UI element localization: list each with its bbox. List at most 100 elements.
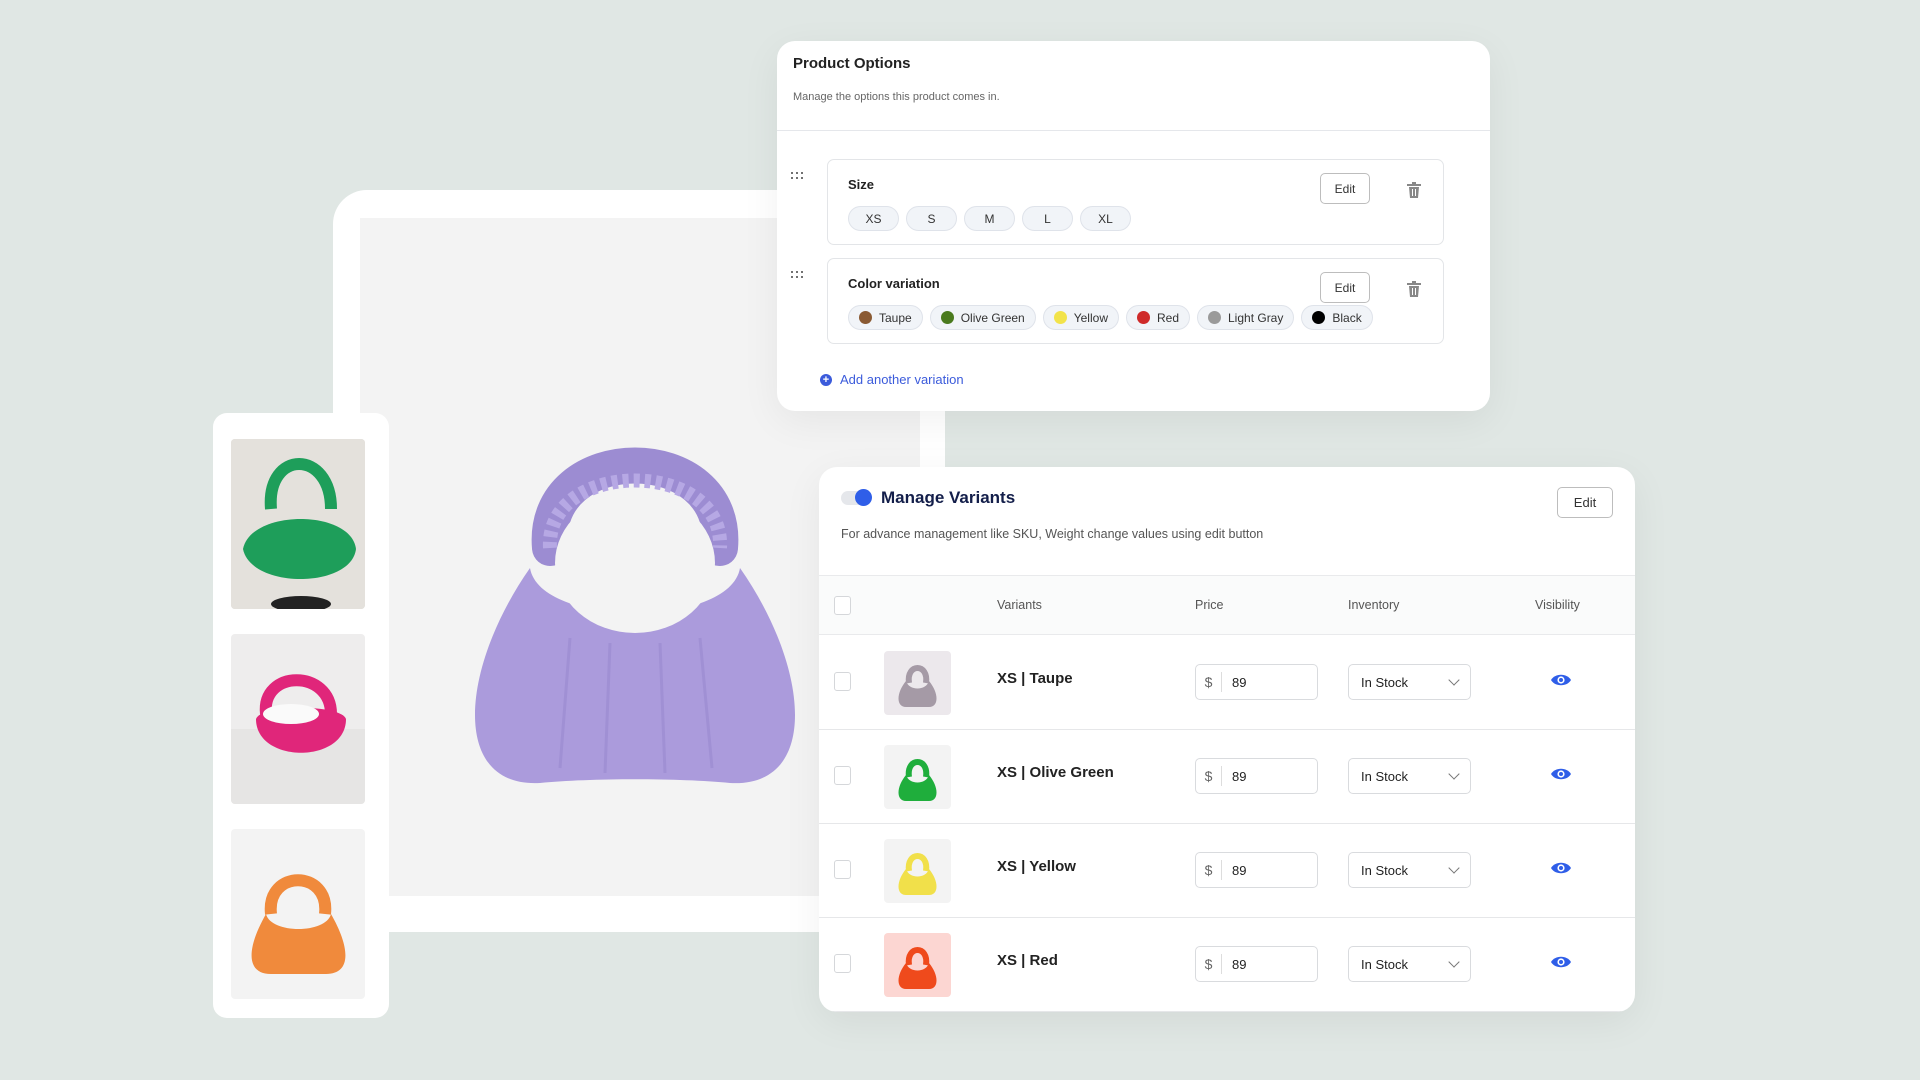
size-chip[interactable]: L <box>1022 206 1073 231</box>
inventory-value: In Stock <box>1361 768 1408 784</box>
price-input[interactable]: $ 89 <box>1195 758 1318 794</box>
manage-variants-subtitle: For advance management like SKU, Weight … <box>841 527 1264 541</box>
column-price: Price <box>1195 598 1224 612</box>
inventory-select[interactable]: In Stock <box>1348 664 1471 700</box>
variant-name: XS | Red <box>997 952 1058 969</box>
size-chip[interactable]: M <box>964 206 1015 231</box>
price-input[interactable]: $ 89 <box>1195 664 1318 700</box>
option-label: Color variation <box>848 276 940 291</box>
trash-icon[interactable] <box>1407 281 1421 297</box>
product-options-subtitle: Manage the options this product comes in… <box>793 91 1000 103</box>
table-header: Variants Price Inventory Visibility <box>819 575 1635 635</box>
price-input[interactable]: $ 89 <box>1195 852 1318 888</box>
inventory-value: In Stock <box>1361 862 1408 878</box>
edit-variants-button[interactable]: Edit <box>1557 487 1613 518</box>
add-variation-link[interactable]: + Add another variation <box>820 372 964 387</box>
option-label: Size <box>848 177 875 192</box>
handbag-image <box>898 947 937 989</box>
table-row: XS | Olive Green $ 89 In Stock <box>819 730 1635 824</box>
eye-icon[interactable] <box>1551 861 1571 875</box>
edit-size-button[interactable]: Edit <box>1320 173 1370 204</box>
price-value: 89 <box>1232 674 1247 690</box>
thumbnail-pink[interactable] <box>231 634 365 804</box>
option-size: Size XS S M L XL Edit <box>791 159 1444 245</box>
color-swatch <box>940 311 954 324</box>
inventory-select[interactable]: In Stock <box>1348 758 1471 794</box>
color-chip-taupe[interactable]: Taupe <box>848 305 923 330</box>
variant-thumbnail <box>884 651 951 715</box>
eye-icon[interactable] <box>1551 767 1571 781</box>
drag-handle-icon[interactable] <box>791 271 805 281</box>
row-checkbox[interactable] <box>834 672 851 691</box>
inventory-select[interactable]: In Stock <box>1348 852 1471 888</box>
color-chip-yellow[interactable]: Yellow <box>1042 305 1119 330</box>
color-swatch <box>1208 311 1221 324</box>
variant-name: XS | Yellow <box>997 858 1076 875</box>
price-value: 89 <box>1232 862 1247 878</box>
table-row: XS | Taupe $ 89 In Stock <box>819 636 1635 730</box>
color-name: Light Gray <box>1228 310 1284 325</box>
inventory-value: In Stock <box>1361 956 1408 972</box>
chevron-down-icon <box>1448 767 1460 780</box>
product-options-card: Product Options Manage the options this … <box>777 41 1490 411</box>
thumbnail-orange[interactable] <box>231 829 365 999</box>
eye-icon[interactable] <box>1551 673 1571 687</box>
product-options-title: Product Options <box>793 55 911 72</box>
color-swatch <box>1312 311 1326 324</box>
color-name: Black <box>1332 310 1362 325</box>
variant-name: XS | Taupe <box>997 670 1073 687</box>
color-chip-light-gray[interactable]: Light Gray <box>1197 305 1295 330</box>
manage-variants-toggle[interactable] <box>841 489 872 506</box>
color-swatch <box>1053 311 1067 324</box>
table-row: XS | Red $ 89 In Stock <box>819 918 1635 1012</box>
chevron-down-icon <box>1448 673 1460 686</box>
option-color: Color variation Taupe Olive Green Yellow… <box>791 258 1444 344</box>
price-input[interactable]: $ 89 <box>1195 946 1318 982</box>
row-checkbox[interactable] <box>834 860 851 879</box>
size-values: XS S M L XL <box>848 206 1131 231</box>
column-inventory: Inventory <box>1348 598 1400 612</box>
inventory-value: In Stock <box>1361 674 1408 690</box>
thumbnail-green[interactable] <box>231 439 365 609</box>
variant-thumbnail <box>884 745 951 809</box>
color-name: Yellow <box>1073 310 1108 325</box>
handbag-image <box>475 447 795 784</box>
select-all-checkbox[interactable] <box>834 596 851 615</box>
currency-symbol: $ <box>1196 860 1222 880</box>
handbag-image <box>231 634 365 804</box>
size-chip[interactable]: XL <box>1080 206 1131 231</box>
handbag-image <box>898 665 937 707</box>
manage-variants-card: Manage Variants For advance management l… <box>819 467 1635 1012</box>
eye-icon[interactable] <box>1551 955 1571 969</box>
color-swatch <box>1136 311 1150 324</box>
trash-icon[interactable] <box>1407 182 1421 198</box>
variant-name: XS | Olive Green <box>997 764 1114 781</box>
handbag-image <box>898 759 937 801</box>
color-swatch <box>859 311 872 324</box>
color-name: Taupe <box>879 310 912 325</box>
toggle-knob <box>855 489 872 506</box>
color-chip-olive-green[interactable]: Olive Green <box>929 305 1036 330</box>
color-name: Olive Green <box>960 310 1025 325</box>
currency-symbol: $ <box>1196 672 1222 692</box>
drag-handle-icon[interactable] <box>791 172 805 182</box>
price-value: 89 <box>1232 768 1247 784</box>
currency-symbol: $ <box>1196 954 1222 974</box>
price-value: 89 <box>1232 956 1247 972</box>
row-checkbox[interactable] <box>834 954 851 973</box>
thumbnail-panel <box>213 413 389 1018</box>
chevron-down-icon <box>1448 861 1460 874</box>
color-chip-black[interactable]: Black <box>1301 305 1373 330</box>
size-chip[interactable]: S <box>906 206 957 231</box>
edit-color-button[interactable]: Edit <box>1320 272 1370 303</box>
variant-thumbnail <box>884 933 951 997</box>
inventory-select[interactable]: In Stock <box>1348 946 1471 982</box>
handbag-image <box>231 439 365 609</box>
handbag-image <box>898 853 937 895</box>
size-chip[interactable]: XS <box>848 206 899 231</box>
variant-thumbnail <box>884 839 951 903</box>
row-checkbox[interactable] <box>834 766 851 785</box>
currency-symbol: $ <box>1196 766 1222 786</box>
column-visibility: Visibility <box>1535 598 1580 612</box>
color-chip-red[interactable]: Red <box>1125 305 1190 330</box>
